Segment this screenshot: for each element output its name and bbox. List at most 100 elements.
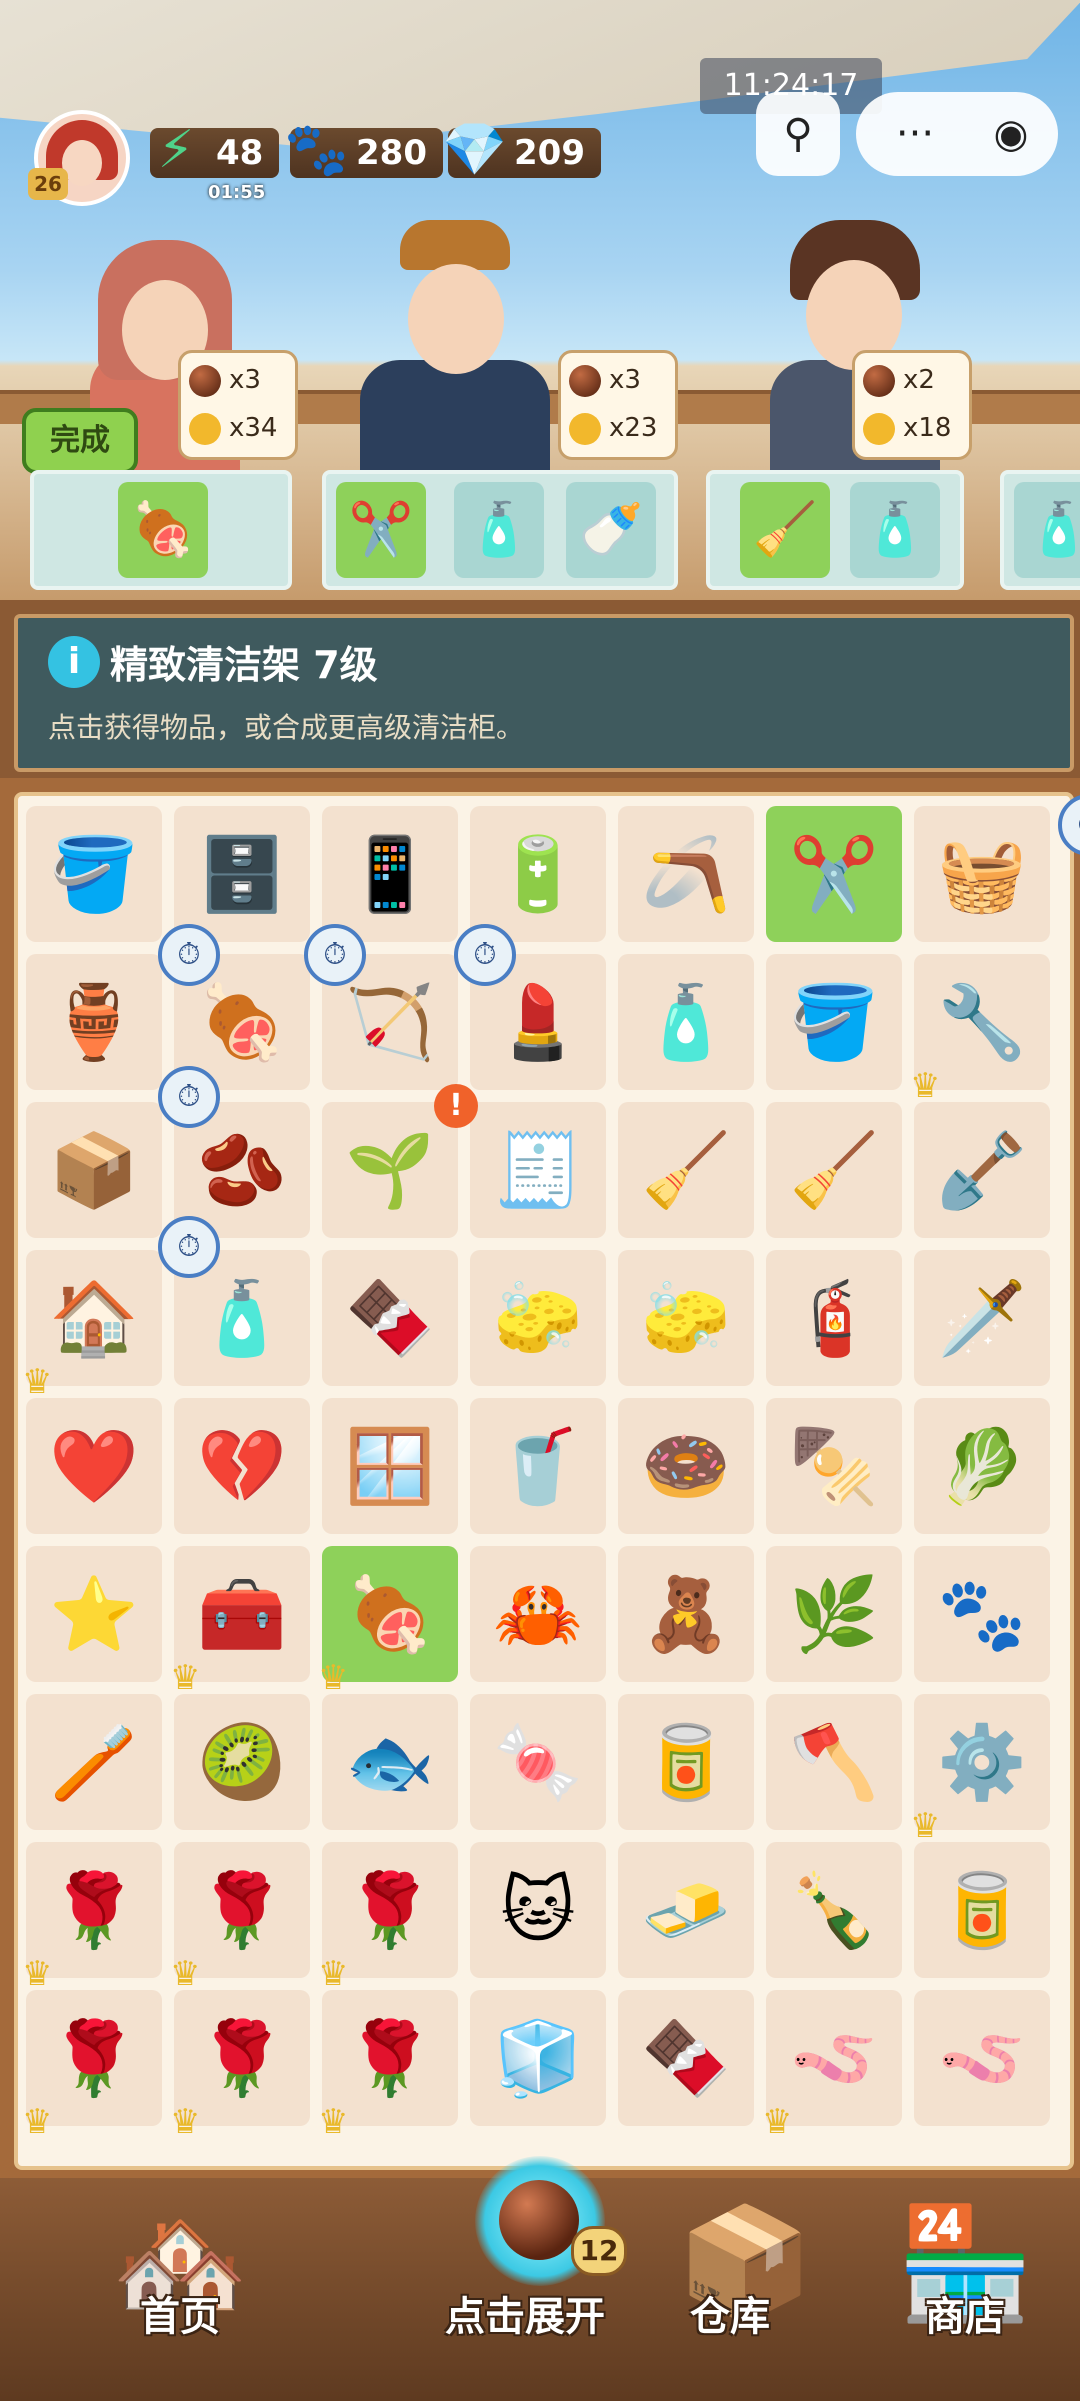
paw-quantity: x34 [229, 413, 278, 443]
board-cell[interactable]: 🥬 [914, 1398, 1050, 1534]
board-cell[interactable]: 🧽 [618, 1250, 754, 1386]
ball-quantity: x3 [609, 365, 641, 395]
share-button[interactable]: ⚲ [756, 92, 840, 176]
order-card[interactable]: 🍖 [30, 470, 292, 590]
board-cell[interactable]: ✂️ [766, 806, 902, 942]
board-cell[interactable]: 💔 [174, 1398, 310, 1534]
order-item-bottle: 🍼 [566, 482, 656, 578]
board-cell[interactable]: 🍢 [766, 1398, 902, 1534]
board-cell[interactable]: 📦 [26, 1102, 162, 1238]
crown-icon: ♛ [22, 1954, 53, 1994]
paw-coin-icon: 🐾 [284, 120, 349, 180]
energy-counter[interactable]: ⚡ 48 01:55 [150, 120, 280, 203]
order-item-pruning-shears: ✂️ [336, 482, 426, 578]
board-cell[interactable]: 🗄️ [174, 806, 310, 942]
crown-icon: ♛ [762, 2102, 793, 2142]
paw-coin-icon [569, 412, 601, 445]
merge-board: 🪣🗄️📱🔋♛🪃✂️🧺🏺🍖🏹💄🧴🪣🔧♛📦🫘🌱🧾🧹🧹🪏🏠♛🧴🍫🧽🧽🧯🗡️❤️💔🪟🥤🍩… [14, 792, 1080, 2170]
bottom-navigation: 🏘️ 首页 12 点击展开 📦 仓库 🏪 商店 [0, 2156, 1080, 2401]
board-cell[interactable]: 🥫 [618, 1694, 754, 1830]
board-cell[interactable]: 🏺 [26, 954, 162, 1090]
brown-ball-icon [189, 364, 221, 397]
paw-coin-value: 280 [356, 133, 427, 173]
board-cell[interactable]: 🧹 [766, 1102, 902, 1238]
paw-quantity: x23 [609, 413, 658, 443]
board-cell[interactable]: 🧸 [618, 1546, 754, 1682]
player-level-badge: 26 [28, 168, 68, 200]
crown-icon: ♛ [170, 1658, 201, 1698]
board-cell[interactable]: 🦀 [470, 1546, 606, 1682]
customer-order-bubble: x3 x34 [178, 350, 298, 460]
board-cell[interactable]: 🪃 [618, 806, 754, 942]
board-cell[interactable]: 🧊 [470, 1990, 606, 2126]
nav-shop[interactable]: 🏪 商店 [860, 2178, 1070, 2401]
board-cell[interactable]: 🧾 [470, 1102, 606, 1238]
crown-icon: ♛ [170, 2102, 201, 2142]
timer-icon: ⏱ [158, 924, 220, 986]
timer-icon: ⏱ [1058, 794, 1080, 856]
board-cell[interactable]: 🐱 [470, 1842, 606, 1978]
board-cell[interactable]: 🧽 [470, 1250, 606, 1386]
board-cell[interactable]: 📱 [322, 806, 458, 942]
nav-home[interactable]: 🏘️ 首页 [20, 2178, 340, 2401]
timer-icon: ⏱ [158, 1216, 220, 1278]
nav-storage-label: 仓库 [690, 2294, 770, 2340]
complete-order-button[interactable]: 完成 [22, 408, 138, 474]
item-info-panel: i 精致清洁架 7级 点击获得物品，或合成更高级清洁柜。 [0, 600, 1080, 778]
paw-coin-counter[interactable]: 🐾 280 [284, 120, 443, 180]
crown-icon: ♛ [22, 2102, 53, 2142]
crown-icon: ♛ [318, 1954, 349, 1994]
more-button[interactable]: ··· [880, 92, 950, 176]
item-description: 点击获得物品，或合成更高级清洁柜。 [48, 711, 525, 744]
board-cell[interactable]: 🍩 [618, 1398, 754, 1534]
board-cell[interactable]: 🍬 [470, 1694, 606, 1830]
order-card[interactable]: ✂️ 🧴 🍼 [322, 470, 678, 590]
order-item-squeegee: 🧹 [740, 482, 830, 578]
board-cell[interactable]: 🍫 [322, 1250, 458, 1386]
board-cell[interactable]: 🪏 [914, 1102, 1050, 1238]
board-cell[interactable]: 🌱 [322, 1102, 458, 1238]
board-cell[interactable]: 🥤 [470, 1398, 606, 1534]
board-cell[interactable]: 🧴 [618, 954, 754, 1090]
board-cell[interactable]: 🪓 [766, 1694, 902, 1830]
order-item-detergent: 🧴 [454, 482, 544, 578]
board-cell[interactable]: 🐾 [914, 1546, 1050, 1682]
board-cell[interactable]: 🗡️ [914, 1250, 1050, 1386]
gem-value: 209 [514, 133, 585, 173]
lightning-icon: ⚡ [157, 120, 195, 180]
board-cell[interactable]: 🍫 [618, 1990, 754, 2126]
order-card[interactable]: 🧹 🧴 [706, 470, 964, 590]
board-cell[interactable]: 🥝 [174, 1694, 310, 1830]
energy-timer: 01:55 [208, 182, 266, 203]
board-cell[interactable]: 🪟 [322, 1398, 458, 1534]
customer-scene: 11:24:17 26 ⚡ 48 01:55 🐾 280 💎 209 ⚲ ···… [0, 0, 1080, 600]
board-cell[interactable]: 🪣 [26, 806, 162, 942]
nav-home-label: 首页 [140, 2294, 220, 2340]
board-cell[interactable]: 🧹 [618, 1102, 754, 1238]
board-cell[interactable]: 🥫 [914, 1842, 1050, 1978]
board-cell[interactable]: ❤️ [26, 1398, 162, 1534]
expand-count-badge: 12 [571, 2226, 627, 2276]
board-cell[interactable]: 🧯 [766, 1250, 902, 1386]
gem-counter[interactable]: 💎 209 [442, 120, 601, 180]
order-card[interactable]: 🧴 [1000, 470, 1080, 590]
board-cell[interactable]: 🪥 [26, 1694, 162, 1830]
energy-value: 48 [216, 133, 264, 173]
board-cell[interactable]: 🍾 [766, 1842, 902, 1978]
brown-ball-icon [863, 364, 895, 397]
close-target-icon[interactable]: ◉ [976, 92, 1046, 176]
user-pin-icon: ⚲ [783, 111, 813, 157]
customer-old-man[interactable] [360, 220, 550, 480]
nav-storage[interactable]: 📦 仓库 [640, 2178, 850, 2401]
paw-quantity: x18 [903, 413, 952, 443]
board-cell[interactable]: 🪣 [766, 954, 902, 1090]
board-cell[interactable]: 🪱 [914, 1990, 1050, 2126]
board-cell[interactable]: 🐟 [322, 1694, 458, 1830]
board-cell[interactable]: ⭐ [26, 1546, 162, 1682]
board-cell[interactable]: 🧈 [618, 1842, 754, 1978]
board-cell[interactable]: 🌿 [766, 1546, 902, 1682]
board-cell[interactable]: 🧺 [914, 806, 1050, 942]
crown-icon: ♛ [318, 2102, 349, 2142]
order-item-partial: 🧴 [1014, 482, 1080, 578]
item-title: 精致清洁架 7级 [110, 643, 378, 687]
